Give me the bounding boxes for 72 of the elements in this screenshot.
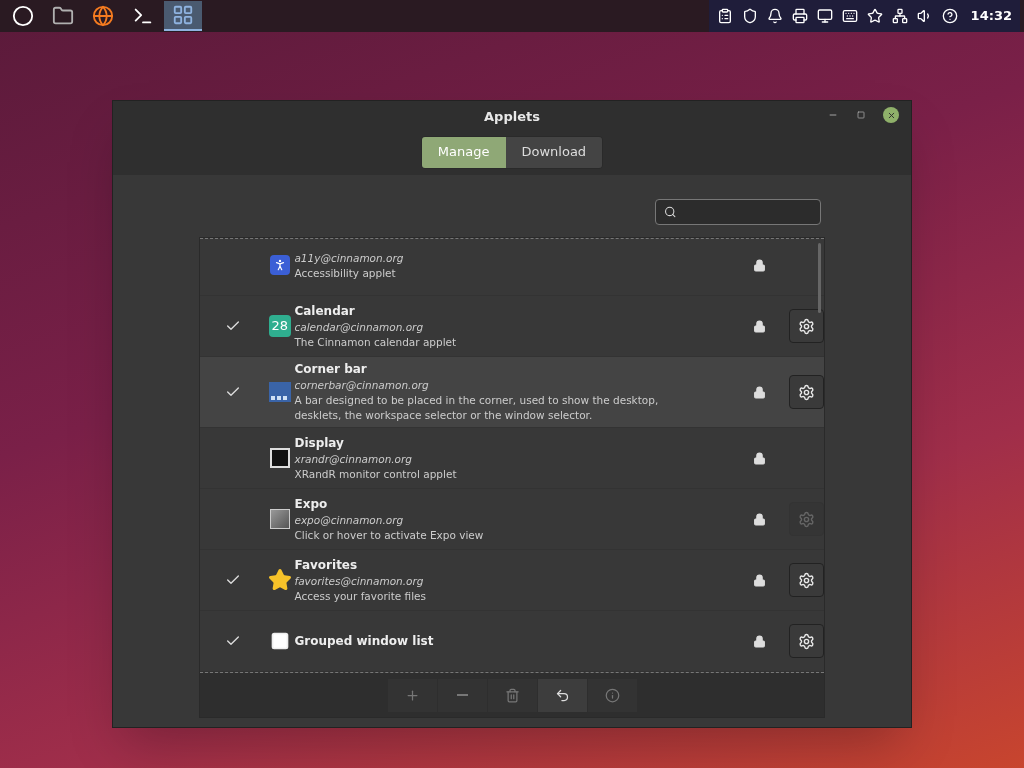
applet-row[interactable]: Expo expo@cinnamon.org Click or hover to activate Expo view [200,489,824,550]
settings-button[interactable] [789,309,824,343]
tab[interactable]: Download [505,136,603,168]
globe-icon [92,5,114,27]
shield-icon[interactable] [741,8,758,24]
add-icon [404,687,420,703]
gear-icon [798,632,815,650]
applet-uuid: cornerbar@cinnamon.org [294,378,430,393]
applet-row[interactable]: Grouped window list [200,611,824,672]
clipboard-icon[interactable] [716,8,733,24]
undo-button[interactable] [537,678,587,712]
applet-row[interactable]: Display xrandr@cinnamon.org XRandR monitor control applet [200,428,824,489]
applet-name: Grouped window list [294,633,435,649]
lock-icon [752,319,766,333]
close-button[interactable] [883,107,899,123]
help-icon[interactable] [941,8,958,24]
lock-icon [752,451,766,465]
applet-row[interactable]: Favorites favorites@cinnamon.org Access your favorite files [200,550,824,611]
undo-icon [554,687,570,703]
monitor-icon [269,448,290,468]
lock-icon [752,573,766,587]
applet-uuid: favorites@cinnamon.org [294,573,425,589]
applet-description: Access your favorite files [294,588,428,604]
minus-icon [456,694,468,696]
scrollbar[interactable] [818,243,821,313]
settings-button[interactable] [789,624,824,658]
bell-icon[interactable] [766,8,783,24]
folder-icon [52,5,74,27]
settings-button[interactable] [789,375,824,409]
square-icon [269,509,290,529]
window-title: Applets [484,108,540,126]
calendar-icon: 28 [268,315,291,337]
applet-uuid: xrandr@cinnamon.org [294,451,414,467]
lock-icon [752,385,766,399]
applet-name: Corner bar [294,361,368,377]
applet-description: A bar designed to be placed in the corner, used to show the desktop, desklets, the workspace selector or the window selector. [294,393,660,423]
window-icon [269,631,290,651]
applet-uuid: calendar@cinnamon.org [294,319,425,335]
lock-icon [752,634,766,648]
applet-description: XRandR monitor control applet [294,466,458,482]
star-icon[interactable] [866,8,883,24]
applet-row[interactable]: Corner bar cornerbar@cinnamon.org A bar designed to be placed in the corner, used to show the desktop, desklets, the workspace selector or the window selector. [200,357,824,428]
maximize-button[interactable] [855,109,867,121]
applet-description: Accessibility applet [294,265,397,281]
applet-uuid: expo@cinnamon.org [294,512,405,528]
applet-name: Display [294,434,345,451]
gear-icon [798,571,815,589]
applet-row[interactable]: a11y@cinnamon.org Accessibility applet [200,239,824,296]
applet-name: Favorites [294,556,359,573]
gear-icon [798,383,815,401]
display-icon[interactable] [816,8,833,24]
applet-description: The Cinnamon calendar applet [294,334,458,350]
gear-icon [798,510,815,528]
search-field[interactable] [655,199,821,225]
delete-icon [504,687,520,703]
accessibility-icon [269,255,290,275]
lock-icon [752,512,766,526]
applet-description: Click or hover to activate Expo view [294,527,485,543]
settings-button[interactable] [789,563,824,597]
printer-icon[interactable] [791,8,808,24]
star-icon [267,568,292,592]
applet-uuid: a11y@cinnamon.org [294,250,405,266]
gear-icon [798,317,815,335]
info-icon [604,687,620,703]
network-icon[interactable] [891,8,908,24]
applet-name: Expo [294,495,329,512]
search-icon [664,205,677,219]
maximize-icon [857,111,865,119]
clock[interactable]: 14:32 [970,6,1012,26]
keyboard-icon[interactable] [841,8,858,24]
lock-icon [752,258,766,272]
applet-name: Calendar [294,302,356,319]
